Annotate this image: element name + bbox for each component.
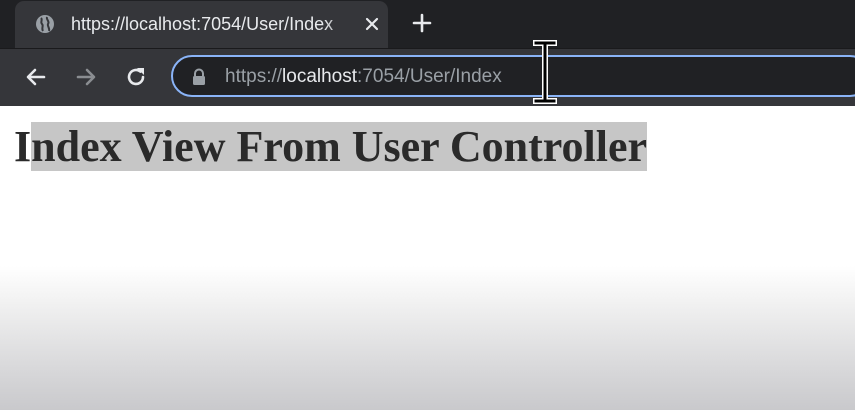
text-cursor-icon	[533, 40, 557, 104]
address-bar[interactable]: https://localhost:7054/User/Index	[171, 55, 855, 97]
plus-icon[interactable]	[412, 13, 432, 33]
reload-icon[interactable]	[124, 65, 148, 89]
arrow-right-icon[interactable]	[74, 65, 98, 89]
page-heading: Index View From User Controller	[14, 118, 648, 176]
arrow-left-icon[interactable]	[24, 65, 48, 89]
tab-strip: https://localhost:7054/User/Index	[0, 0, 855, 49]
url-path: :7054/User/Index	[357, 66, 502, 87]
url-scheme: https://	[225, 66, 283, 87]
close-icon[interactable]	[364, 16, 380, 32]
url-host: localhost	[282, 66, 358, 87]
heading-first-letter: I	[14, 122, 32, 171]
url-text[interactable]: https://localhost:7054/User/Index	[225, 66, 502, 88]
tab-title: https://localhost:7054/User/Index	[71, 14, 334, 34]
heading-selected-text: ndex View From User Controller	[31, 122, 648, 171]
lock-icon[interactable]	[191, 68, 207, 86]
browser-toolbar: https://localhost:7054/User/Index	[0, 49, 855, 106]
browser-tab[interactable]: https://localhost:7054/User/Index	[15, 1, 388, 48]
globe-icon	[36, 15, 54, 33]
